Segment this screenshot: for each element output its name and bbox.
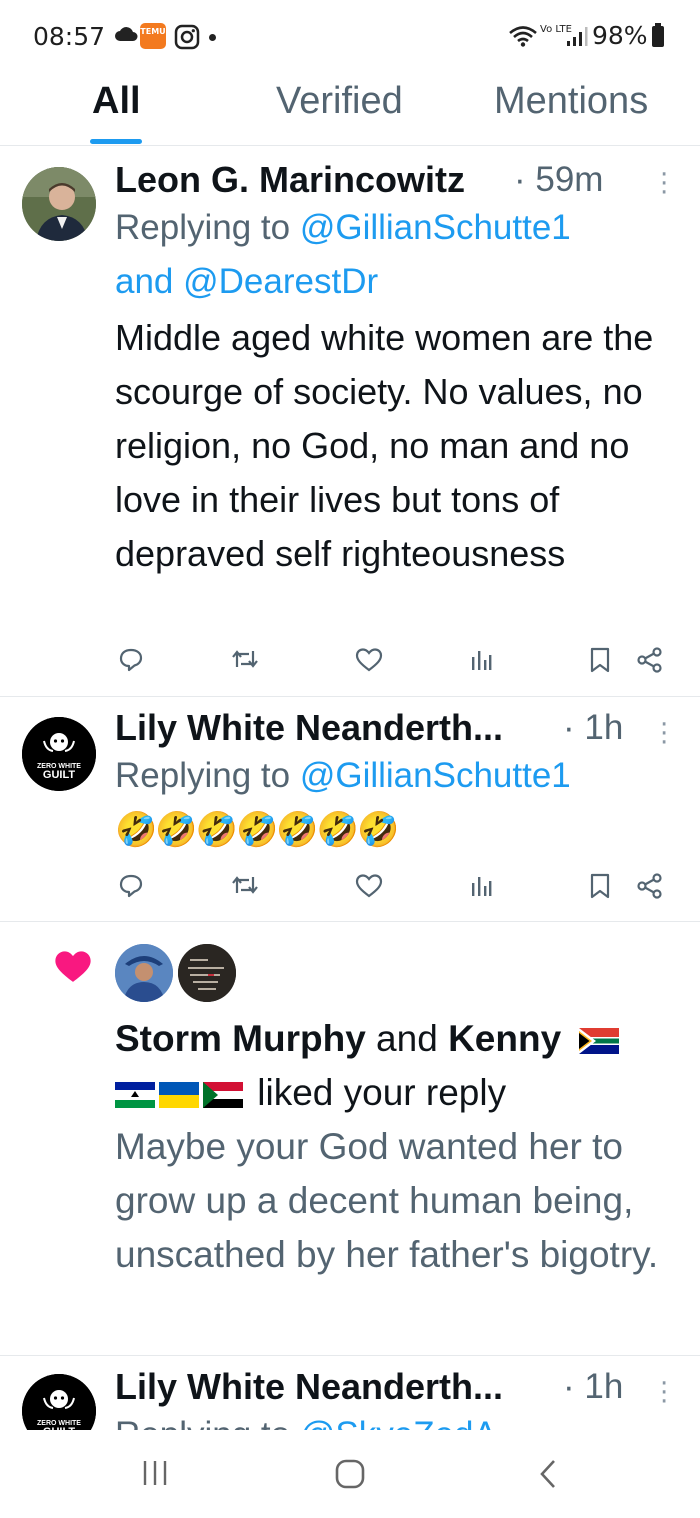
replying-prefix: Replying to: [115, 1415, 300, 1430]
tweet[interactable]: ZERO WHITE GUILT Lily White Neanderth...…: [0, 1356, 700, 1430]
share-icon[interactable]: [636, 647, 664, 673]
mention-link[interactable]: @SkyeZedA: [300, 1415, 497, 1430]
tweet[interactable]: ZERO WHITE GUILT Lily White Neanderth...…: [0, 697, 700, 922]
zero-white-guilt-logo-icon: ZERO WHITE GUILT: [22, 717, 96, 791]
views-icon[interactable]: [471, 647, 493, 671]
tweet-time: · 1h: [563, 1367, 624, 1406]
and-word: and: [115, 262, 184, 301]
status-time: 08:57: [33, 22, 106, 51]
tweet[interactable]: Leon G. Marincowitz · 59m · · · Replying t…: [0, 147, 700, 697]
and-word: and: [365, 1018, 449, 1059]
bookmark-icon[interactable]: [589, 647, 611, 673]
share-icon[interactable]: [636, 873, 664, 899]
tweet-time: · 1h: [563, 708, 624, 747]
liker-name[interactable]: Kenny: [448, 1018, 561, 1059]
notification-tabs: All Verified Mentions: [0, 72, 700, 146]
tab-mentions[interactable]: Mentions: [494, 80, 648, 123]
signal-icon: [567, 27, 588, 46]
like-notification-text: Storm Murphy and Kenny liked your reply: [115, 1012, 685, 1120]
tweet-actions: [0, 873, 700, 909]
reply-icon[interactable]: [118, 647, 144, 673]
wifi-icon: [509, 26, 537, 47]
ukraine-flag-icon: [159, 1082, 199, 1108]
tab-verified[interactable]: Verified: [276, 80, 403, 123]
south-africa-flag-icon: [579, 1028, 620, 1054]
active-tab-indicator: [90, 139, 142, 144]
avatar[interactable]: [22, 167, 96, 241]
more-options-icon[interactable]: · · ·: [660, 162, 668, 206]
cloud-icon: [115, 27, 138, 41]
liker-name[interactable]: Storm Murphy: [115, 1018, 366, 1059]
avatar[interactable]: [115, 944, 173, 1002]
heart-icon: [55, 951, 91, 982]
person-photo-icon: [22, 167, 96, 241]
like-icon[interactable]: [355, 873, 383, 899]
notification-dot-icon: [209, 34, 216, 41]
battery-icon: [652, 23, 664, 47]
tab-all[interactable]: All: [92, 80, 141, 123]
author-name[interactable]: Leon G. Marincowitz: [115, 159, 465, 201]
replying-to: Replying to @GillianSchutte1 and @Deares…: [115, 201, 571, 309]
tweet-actions: [0, 647, 700, 683]
author-name[interactable]: Lily White Neanderth...: [115, 707, 503, 749]
views-icon[interactable]: [471, 873, 493, 897]
temu-icon: TEMU: [140, 23, 166, 49]
avatar[interactable]: ZERO WHITE GUILT: [22, 717, 96, 791]
text-image-avatar-icon: [178, 944, 236, 1002]
tweet-text: Middle aged white women are the scourge …: [115, 317, 654, 574]
person-photo-icon: [115, 944, 173, 1002]
status-bar: 08:57 TEMU Vo LTE 98%: [0, 0, 700, 72]
reply-icon[interactable]: [118, 873, 144, 899]
home-icon[interactable]: [334, 1458, 366, 1490]
replying-prefix: Replying to: [115, 208, 300, 247]
replying-to: Replying to @SkyeZedA: [115, 1408, 497, 1430]
more-options-icon[interactable]: · · ·: [660, 712, 668, 756]
liked-reply-text: Maybe your God wanted her to grow up a d…: [115, 1126, 659, 1275]
recent-apps-icon[interactable]: [140, 1458, 170, 1488]
zero-white-guilt-logo-icon: ZERO WHITE GUILT: [22, 1374, 96, 1430]
mention-link[interactable]: @GillianSchutte1: [300, 208, 571, 247]
avatar[interactable]: ZERO WHITE GUILT: [22, 1374, 96, 1430]
tweet-text: 🤣🤣🤣🤣🤣🤣🤣: [115, 811, 399, 849]
author-name[interactable]: Lily White Neanderth...: [115, 1366, 503, 1408]
mention-link[interactable]: @DearestDr: [183, 262, 378, 301]
bookmark-icon[interactable]: [589, 873, 611, 899]
sudan-flag-icon: [203, 1082, 243, 1108]
replying-prefix: Replying to: [115, 756, 300, 795]
like-icon[interactable]: [355, 647, 383, 673]
logo-text: GUILT: [43, 769, 75, 781]
retweet-icon[interactable]: [231, 873, 259, 897]
tweet-time: · 59m: [514, 160, 604, 199]
system-navigation-bar: [0, 1430, 700, 1518]
temu-label: TEMU: [140, 27, 166, 36]
mention-link[interactable]: @GillianSchutte1: [300, 756, 571, 795]
retweet-icon[interactable]: [231, 647, 259, 671]
battery-percent: 98%: [592, 21, 648, 50]
like-action-text: liked your reply: [247, 1072, 507, 1113]
avatar[interactable]: [178, 944, 236, 1002]
back-icon[interactable]: [537, 1458, 559, 1490]
replying-to: Replying to @GillianSchutte1: [115, 749, 571, 803]
lesotho-flag-icon: [115, 1082, 155, 1108]
instagram-icon: [174, 24, 200, 50]
more-options-icon[interactable]: · · ·: [660, 1371, 668, 1415]
